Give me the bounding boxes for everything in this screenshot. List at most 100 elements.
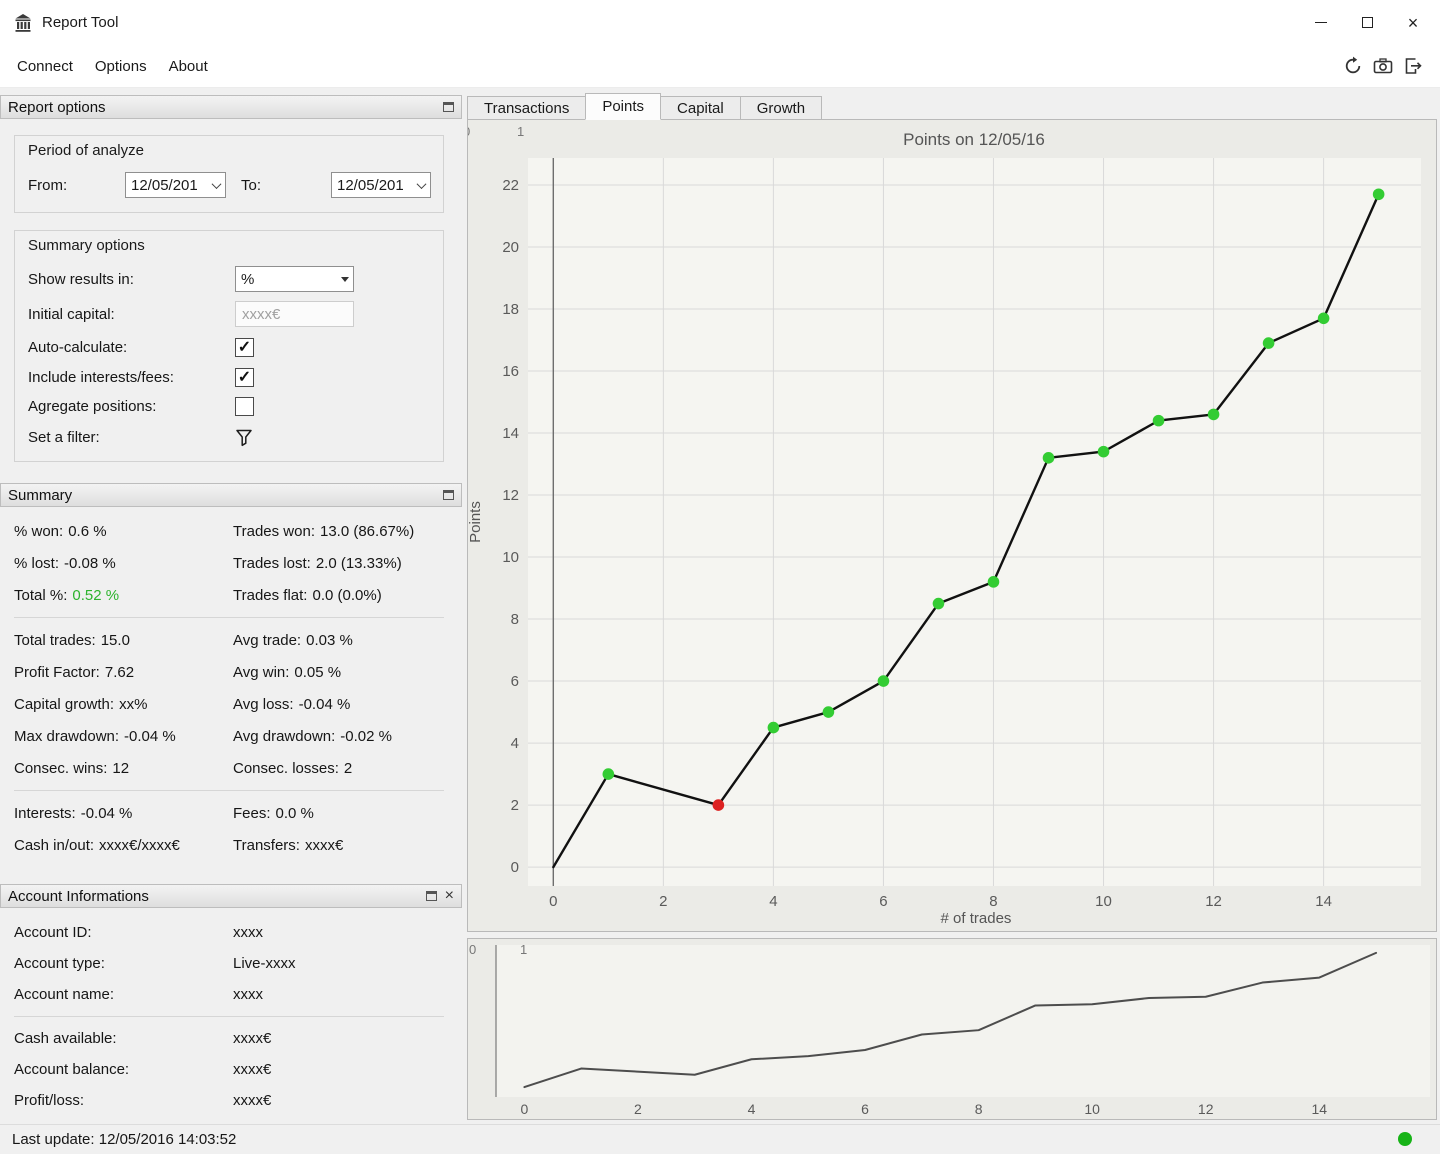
account-label: Cash available: — [14, 1030, 117, 1047]
date-to-combobox[interactable]: 12/05/201 — [331, 172, 431, 198]
stat-value: xxxx€ — [304, 836, 344, 854]
include-fees-checkbox[interactable]: ✓ — [235, 368, 254, 387]
summary-row: Max drawdown: -0.04 % Avg drawdown: -0.02 … — [0, 720, 462, 752]
points-navigator-canvas: 0 2 4 6 8 10 12 14 0 1 — [468, 939, 1436, 1119]
account-value: xxxx€ — [233, 1061, 272, 1078]
maximize-button[interactable] — [1344, 0, 1390, 45]
svg-text:# of trades: # of trades — [941, 910, 1012, 927]
camera-icon — [1373, 58, 1393, 74]
summary-row: Capital growth: xx% Avg loss: -0.04 % — [0, 688, 462, 720]
maximize-icon — [1361, 17, 1373, 28]
tab-transactions[interactable]: Transactions — [467, 96, 587, 120]
stat-label: Trades flat: — [233, 586, 308, 604]
svg-text:0: 0 — [520, 1101, 528, 1117]
window-controls: × — [1298, 0, 1436, 45]
statusbar: Last update: 12/05/2016 14:03:52 — [0, 1124, 1440, 1154]
stat-value: -0.04 % — [124, 727, 176, 745]
stat-value: 0.0 (0.0%) — [312, 586, 382, 604]
menu-connect[interactable]: Connect — [6, 52, 84, 81]
tab-growth[interactable]: Growth — [739, 96, 823, 120]
float-panel-icon[interactable] — [443, 102, 454, 112]
minimize-button[interactable] — [1298, 0, 1344, 45]
export-button[interactable] — [1402, 55, 1424, 77]
date-from-combobox[interactable]: 12/05/201 — [125, 172, 226, 198]
tab-capital[interactable]: Capital — [660, 96, 741, 120]
stat-label: Cash in/out: — [14, 836, 95, 854]
close-panel-icon[interactable]: × — [445, 888, 454, 904]
initial-capital-label: Initial capital: — [28, 305, 115, 323]
stat-value: 0.6 % — [68, 522, 107, 540]
svg-text:6: 6 — [511, 673, 519, 690]
points-navigator-chart: 0 2 4 6 8 10 12 14 0 1 — [467, 938, 1437, 1120]
show-results-combobox[interactable]: % — [235, 266, 354, 292]
svg-text:0: 0 — [511, 859, 519, 876]
svg-text:12: 12 — [1205, 893, 1222, 910]
svg-text:8: 8 — [511, 611, 519, 628]
stat-label: Avg loss: — [233, 695, 294, 713]
account-informations-panel: Account Informations × Account ID: xxxx A… — [0, 884, 462, 1122]
agregate-positions-checkbox[interactable] — [235, 397, 254, 416]
summary-options-groupbox: Summary options Show results in: % Initi… — [14, 230, 444, 462]
report-options-panel: Report options Period of analyze From: 1… — [0, 95, 462, 483]
tab-points[interactable]: Points — [585, 93, 662, 120]
stat-value: 13.0 (86.67%) — [319, 522, 415, 540]
stat-label: Avg win: — [233, 663, 290, 681]
stat-label: Max drawdown: — [14, 727, 120, 745]
stat-value: -0.08 % — [64, 554, 116, 572]
summary-row: Cash in/out: xxxx€/xxxx€ Transfers: xxxx€ — [0, 829, 462, 861]
float-panel-icon[interactable] — [425, 891, 437, 901]
screenshot-button[interactable] — [1372, 55, 1394, 77]
stat-value: 12 — [112, 759, 130, 777]
date-to-value: 12/05/201 — [337, 176, 404, 194]
svg-text:18: 18 — [502, 301, 519, 318]
menu-options[interactable]: Options — [84, 52, 158, 81]
account-row: Cash available: xxxx€ — [0, 1023, 462, 1054]
account-informations-header: Account Informations × — [0, 884, 462, 908]
show-results-label: Show results in: — [28, 270, 134, 288]
account-label: Account type: — [14, 955, 105, 972]
refresh-icon — [1345, 56, 1361, 74]
svg-text:2: 2 — [634, 1101, 642, 1117]
app-window: Report Tool × Connect Options About Repo… — [0, 0, 1440, 1154]
svg-text:4: 4 — [748, 1101, 756, 1117]
account-value: xxxx — [233, 986, 263, 1003]
svg-text:4: 4 — [511, 735, 519, 752]
svg-text:6: 6 — [879, 893, 887, 910]
refresh-button[interactable] — [1342, 55, 1364, 77]
summary-panel: Summary % won: 0.6 % Trades won: 13.0 (86.… — [0, 483, 462, 884]
app-icon — [15, 13, 31, 32]
account-value: xxxx€ — [233, 1092, 272, 1109]
svg-text:10: 10 — [1095, 893, 1112, 910]
float-panel-icon[interactable] — [443, 490, 454, 500]
window-title: Report Tool — [42, 14, 119, 31]
initial-capital-input[interactable] — [235, 301, 354, 327]
svg-text:1: 1 — [520, 942, 527, 957]
close-button[interactable]: × — [1390, 0, 1436, 45]
chevron-down-icon — [413, 173, 430, 197]
stat-value: 7.62 — [104, 663, 135, 681]
to-label: To: — [241, 176, 262, 194]
close-icon: × — [1407, 12, 1419, 33]
svg-text:0: 0 — [468, 124, 470, 139]
auto-calculate-checkbox[interactable]: ✓ — [235, 338, 254, 357]
svg-text:2: 2 — [511, 797, 519, 814]
stat-value: 2 — [343, 759, 353, 777]
export-icon — [1405, 58, 1422, 74]
connection-status-dot — [1398, 1132, 1412, 1146]
stat-label: Avg trade: — [233, 631, 302, 649]
account-label: Profit/loss: — [14, 1092, 85, 1109]
stat-value: 0.05 % — [294, 663, 342, 681]
stat-value: 2.0 (13.33%) — [315, 554, 402, 572]
svg-text:12: 12 — [1198, 1101, 1214, 1117]
menu-about[interactable]: About — [158, 52, 219, 81]
account-label: Account name: — [14, 986, 115, 1003]
menubar: Connect Options About — [0, 45, 1440, 88]
minimize-icon — [1315, 22, 1327, 23]
filter-button[interactable] — [235, 428, 253, 447]
svg-text:4: 4 — [769, 893, 777, 910]
period-group-title: Period of analyze — [28, 142, 144, 159]
summary-row: Profit Factor: 7.62 Avg win: 0.05 % — [0, 656, 462, 688]
account-value: xxxx — [233, 924, 263, 941]
date-from-value: 12/05/201 — [131, 176, 198, 194]
svg-text:12: 12 — [502, 487, 519, 504]
